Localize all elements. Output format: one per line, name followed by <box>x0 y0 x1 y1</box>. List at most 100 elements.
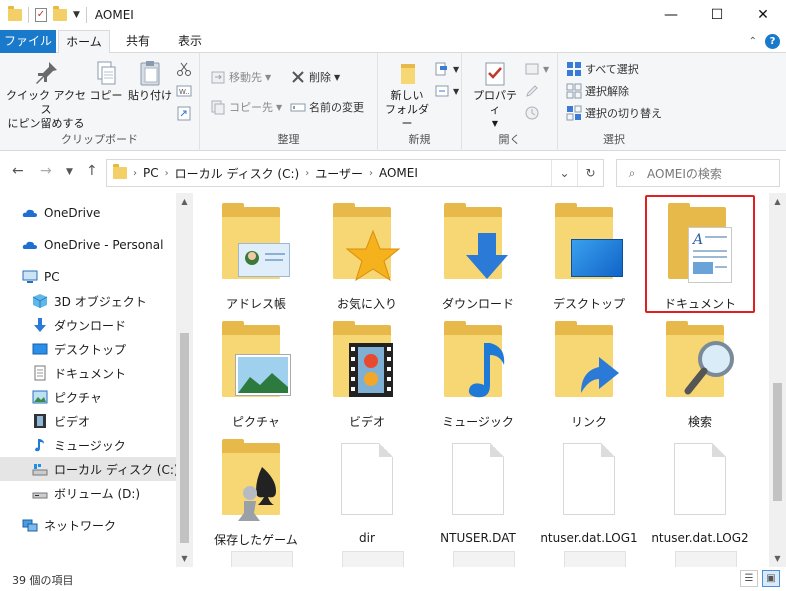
address-bar[interactable]: › PC › ローカル ディスク (C:) › ユーザー › AOMEI ⌄ ↻ <box>106 159 604 187</box>
collapse-ribbon-icon[interactable]: ⌃ <box>749 36 757 47</box>
content-scrollbar[interactable]: ▲ ▼ <box>769 193 786 567</box>
folder-item-music[interactable]: ミュージック <box>423 315 533 433</box>
rename-button[interactable]: 名前の変更 <box>290 99 364 115</box>
file-list: アドレス帳 お気に入り ダウンロード デスクトップ A ドキュメント ピクチャ … <box>193 193 769 567</box>
tab-file[interactable]: ファイル <box>0 30 56 53</box>
sidebar-item-onedrive-personal[interactable]: OneDrive - Personal <box>0 233 176 257</box>
history-button[interactable] <box>524 105 540 121</box>
invert-selection-button[interactable]: 選択の切り替え <box>566 105 662 121</box>
folder-item-favorites[interactable]: お気に入り <box>312 197 422 315</box>
tab-home[interactable]: ホーム <box>58 30 110 54</box>
sidebar-item-videos[interactable]: ビデオ <box>0 409 176 433</box>
close-button[interactable]: ✕ <box>740 0 786 30</box>
new-folder-icon <box>393 59 421 87</box>
clipboard-group-label: クリップボード <box>61 133 138 146</box>
minimize-button[interactable]: — <box>648 0 694 30</box>
rename-icon <box>290 99 306 115</box>
music-folder-icon <box>438 321 518 407</box>
search-box[interactable]: ⌕ AOMEIの検索 <box>616 159 780 187</box>
copy-button[interactable]: コピー <box>88 59 124 103</box>
scrollbar-thumb[interactable] <box>773 383 782 501</box>
folder-item-links[interactable]: リンク <box>534 315 644 433</box>
file-item-dir[interactable]: dir <box>312 433 422 551</box>
file-icon <box>549 443 629 525</box>
properties-check-icon <box>481 59 509 87</box>
file-item-ntuser-dat[interactable]: NTUSER.DAT <box>423 433 533 551</box>
cloud-icon <box>22 205 38 221</box>
select-none-button[interactable]: 選択解除 <box>566 83 629 99</box>
folder-item-videos[interactable]: ビデオ <box>312 315 422 433</box>
customize-toolbar-icon[interactable]: ▼ <box>73 10 80 20</box>
file-icon <box>327 443 407 525</box>
easy-access-button[interactable]: ▼ <box>434 83 459 99</box>
folder-item-contacts[interactable]: アドレス帳 <box>201 197 311 315</box>
scroll-up-icon[interactable]: ▲ <box>769 197 786 206</box>
address-dropdown-icon[interactable]: ⌄ <box>551 160 577 186</box>
folder-item-desktop[interactable]: デスクトップ <box>534 197 644 315</box>
breadcrumb-users[interactable]: ユーザー <box>311 165 367 182</box>
open-button[interactable]: ▼ <box>524 61 549 77</box>
pictures-folder-icon <box>216 321 296 407</box>
folder-item-documents[interactable]: A ドキュメント <box>645 195 755 313</box>
properties-button[interactable]: プロパティ ▼ <box>468 59 522 131</box>
maximize-button[interactable]: ☐ <box>694 0 740 30</box>
pin-quick-access-button[interactable]: クイック アクセス にピン留めする <box>6 59 86 131</box>
sidebar-item-downloads[interactable]: ダウンロード <box>0 313 176 337</box>
new-item-button[interactable]: ▼ <box>434 61 459 77</box>
large-icons-view-icon[interactable]: ▣ <box>762 570 780 587</box>
folder-item-pictures[interactable]: ピクチャ <box>201 315 311 433</box>
scroll-down-icon[interactable]: ▼ <box>769 554 786 563</box>
scroll-down-icon[interactable]: ▼ <box>176 554 193 563</box>
folder-item-downloads[interactable]: ダウンロード <box>423 197 533 315</box>
new-folder-icon[interactable] <box>53 6 67 21</box>
sidebar-item-desktop[interactable]: デスクトップ <box>0 337 176 361</box>
open-group-label: 開く <box>498 133 521 146</box>
cube-icon <box>32 293 48 309</box>
sidebar-item-volume-d[interactable]: ボリューム (D:) <box>0 481 176 505</box>
new-folder-button[interactable]: 新しい フォルダー <box>382 59 432 131</box>
scrollbar-thumb[interactable] <box>180 333 189 543</box>
sidebar-item-pc[interactable]: PC <box>0 265 176 289</box>
copy-to-button[interactable]: コピー先 ▼ <box>210 99 282 115</box>
copy-icon <box>92 59 120 87</box>
scroll-up-icon[interactable]: ▲ <box>176 197 193 206</box>
cut-button[interactable] <box>176 61 192 77</box>
delete-button[interactable]: 削除 ▼ <box>290 69 340 85</box>
sidebar-item-network[interactable]: ネットワーク <box>0 513 176 537</box>
recent-locations-icon[interactable]: ▼ <box>66 167 73 177</box>
properties-icon[interactable]: ✓ <box>35 8 47 22</box>
folder-item-search[interactable]: 検索 <box>645 315 755 433</box>
sidebar-item-onedrive[interactable]: OneDrive <box>0 201 176 225</box>
sidebar-item-music[interactable]: ミュージック <box>0 433 176 457</box>
breadcrumb-local-disk[interactable]: ローカル ディスク (C:) <box>171 165 304 182</box>
forward-button[interactable]: → <box>40 163 52 179</box>
tab-share[interactable]: 共有 <box>116 30 160 53</box>
cloud-icon <box>22 237 38 253</box>
breadcrumb-aomei[interactable]: AOMEI <box>375 166 422 180</box>
select-all-button[interactable]: すべて選択 <box>566 61 639 77</box>
back-button[interactable]: ← <box>12 163 24 179</box>
sidebar-item-3d-objects[interactable]: 3D オブジェクト <box>0 289 176 313</box>
move-to-button[interactable]: 移動先 ▼ <box>210 69 271 85</box>
sidebar-item-pictures[interactable]: ピクチャ <box>0 385 176 409</box>
up-button[interactable]: ↑ <box>86 163 98 179</box>
paste-button[interactable]: 貼り付け <box>126 59 174 103</box>
paste-shortcut-button[interactable] <box>176 105 192 121</box>
refresh-icon[interactable]: ↻ <box>577 160 603 186</box>
ribbon: クイック アクセス にピン留めする コピー 貼り付け W.. クリップボード 移… <box>0 53 786 151</box>
breadcrumb-pc[interactable]: PC <box>139 166 163 180</box>
folder-item-saved-games[interactable]: 保存したゲーム <box>201 433 311 551</box>
edit-button[interactable] <box>524 83 540 99</box>
organize-group: 移動先 ▼ コピー先 ▼ 削除 ▼ 名前の変更 整理 <box>200 53 378 151</box>
tab-view[interactable]: 表示 <box>166 30 214 53</box>
sidebar-scrollbar[interactable]: ▲ ▼ <box>176 193 193 567</box>
copy-path-button[interactable]: W.. <box>176 83 192 99</box>
new-group: 新しい フォルダー ▼ ▼ 新規 <box>378 53 462 151</box>
file-item-ntuser-log2[interactable]: ntuser.dat.LOG2 <box>645 433 755 551</box>
details-view-icon[interactable]: ☰ <box>740 570 758 587</box>
sidebar-item-local-disk-c[interactable]: ローカル ディスク (C:) <box>0 457 179 481</box>
file-item-ntuser-log1[interactable]: ntuser.dat.LOG1 <box>534 433 644 551</box>
help-icon[interactable]: ? <box>765 34 780 49</box>
sidebar-item-documents[interactable]: ドキュメント <box>0 361 176 385</box>
new-item-icon <box>434 61 450 77</box>
